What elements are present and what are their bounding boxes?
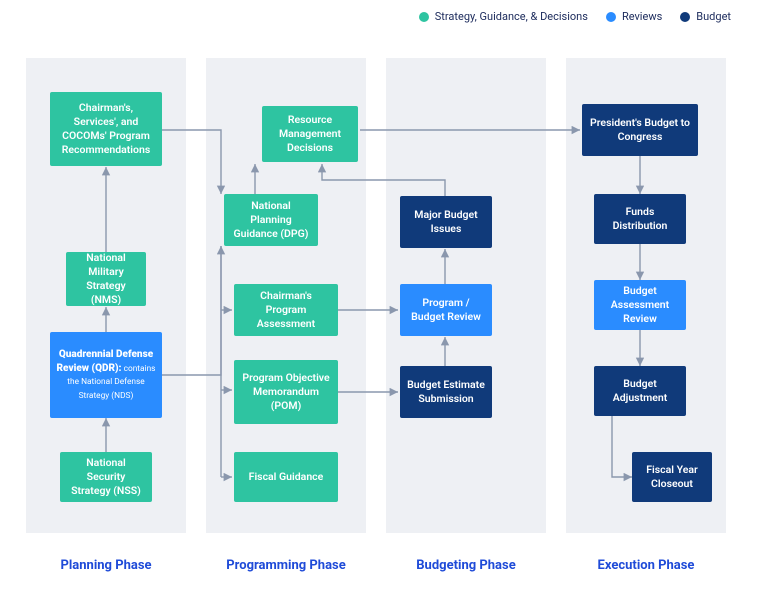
box-label: National Planning Guidance (DPG) [230, 199, 312, 242]
box-label: Program Objective Memorandum (POM) [240, 371, 332, 414]
box-label: National Security Strategy (NSS) [66, 456, 146, 499]
box-budget-estimate-submission: Budget Estimate Submission [400, 366, 492, 418]
box-label: Resource Management Decisions [268, 113, 352, 156]
box-fiscal: Fiscal Guidance [234, 452, 338, 502]
box-qdr: Quadrennial Defense Review (QDR): contai… [50, 332, 162, 418]
box-label: Budget Assessment Review [600, 284, 680, 327]
box-dpg: National Planning Guidance (DPG) [224, 194, 318, 246]
box-program-recommendations: Chairman's, Services', and COCOMs' Progr… [50, 92, 162, 166]
box-nss: National Security Strategy (NSS) [60, 452, 152, 502]
box-budget-assessment-review: Budget Assessment Review [594, 280, 686, 330]
box-nms: National Military Strategy (NMS) [66, 252, 146, 306]
box-budget-adjustment: Budget Adjustment [594, 366, 686, 416]
box-label: Major Budget Issues [406, 208, 486, 236]
box-label: Funds Distribution [600, 205, 680, 233]
box-label: Chairman's, Services', and COCOMs' Progr… [56, 101, 156, 158]
box-label: Chairman's Program Assessment [240, 289, 332, 332]
box-label: National Military Strategy (NMS) [72, 251, 140, 308]
box-fiscal-year-closeout: Fiscal Year Closeout [632, 452, 712, 502]
box-program-budget-review: Program / Budget Review [400, 284, 492, 336]
box-presidents-budget: President's Budget to Congress [582, 104, 698, 156]
box-funds-distribution: Funds Distribution [594, 194, 686, 244]
box-major-budget-issues: Major Budget Issues [400, 196, 492, 248]
box-label: Fiscal Year Closeout [638, 463, 706, 491]
box-pom: Program Objective Memorandum (POM) [234, 360, 338, 424]
box-label: Quadrennial Defense Review (QDR): contai… [56, 348, 156, 402]
box-label: Budget Estimate Submission [406, 378, 486, 406]
box-label: Fiscal Guidance [249, 470, 324, 484]
box-rmd: Resource Management Decisions [262, 106, 358, 162]
box-label: President's Budget to Congress [588, 116, 692, 144]
box-label: Budget Adjustment [600, 377, 680, 405]
box-cpa: Chairman's Program Assessment [234, 284, 338, 336]
box-label: Program / Budget Review [406, 296, 486, 324]
diagram-root: Strategy, Guidance, & Decisions Reviews … [0, 0, 759, 593]
